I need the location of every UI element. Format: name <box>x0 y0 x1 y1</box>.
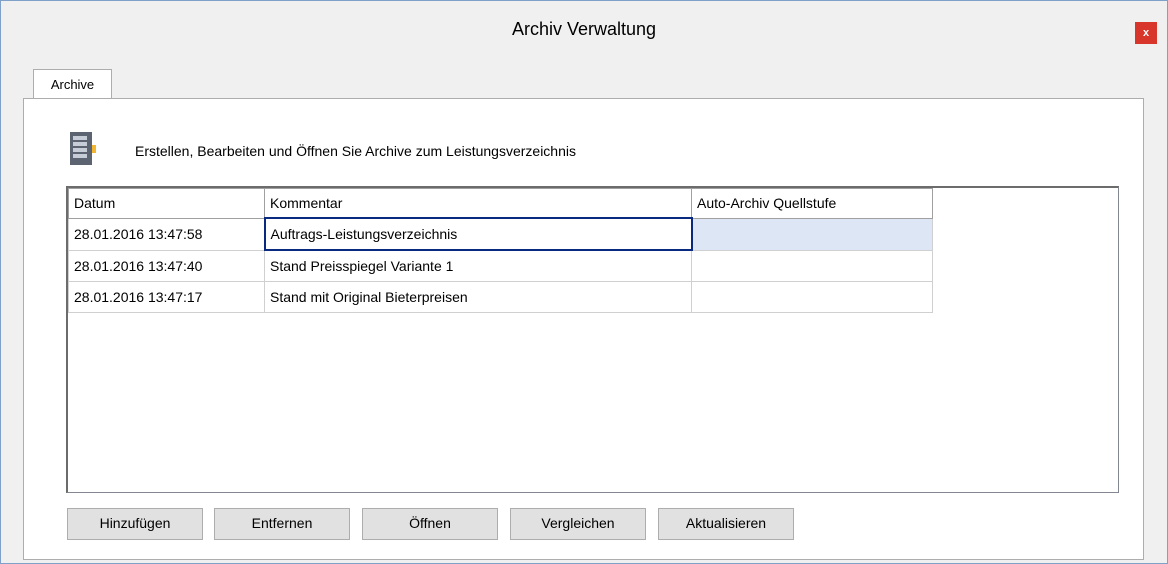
compare-button[interactable]: Vergleichen <box>510 508 646 540</box>
archive-dialog: Archiv Verwaltung x Archive Erstellen, B… <box>0 0 1168 564</box>
table-row[interactable]: 28.01.2016 13:47:58 Auftrags-Leistungsve… <box>68 217 933 251</box>
tab-archive[interactable]: Archive <box>33 69 112 99</box>
table-row[interactable]: 28.01.2016 13:47:40 Stand Preisspiegel V… <box>68 249 933 282</box>
archive-cabinet-icon <box>70 132 96 165</box>
cell-quellstufe[interactable] <box>691 281 933 313</box>
cell-quellstufe[interactable] <box>691 249 933 282</box>
tab-panel-archive: Erstellen, Bearbeiten und Öffnen Sie Arc… <box>23 98 1144 560</box>
cell-quellstufe[interactable] <box>691 217 933 251</box>
title-bar[interactable]: Archiv Verwaltung x <box>1 1 1167 61</box>
open-button[interactable]: Öffnen <box>362 508 498 540</box>
table-row[interactable]: 28.01.2016 13:47:17 Stand mit Original B… <box>68 281 933 313</box>
add-button[interactable]: Hinzufügen <box>67 508 203 540</box>
cell-kommentar-editing[interactable]: Auftrags-Leistungsverzeichnis <box>263 217 693 251</box>
column-header-kommentar[interactable]: Kommentar <box>264 188 692 219</box>
cell-kommentar[interactable]: Stand mit Original Bieterpreisen <box>264 281 692 313</box>
window-title: Archiv Verwaltung <box>511 19 657 39</box>
column-header-datum[interactable]: Datum <box>68 188 265 219</box>
close-button[interactable]: x <box>1135 22 1157 44</box>
remove-button[interactable]: Entfernen <box>214 508 350 540</box>
archive-table[interactable]: Datum Kommentar Auto-Archiv Quellstufe 2… <box>66 186 1119 493</box>
column-header-quellstufe[interactable]: Auto-Archiv Quellstufe <box>691 188 933 219</box>
cell-datum[interactable]: 28.01.2016 13:47:58 <box>68 217 265 251</box>
cell-datum[interactable]: 28.01.2016 13:47:17 <box>68 281 265 313</box>
cell-datum[interactable]: 28.01.2016 13:47:40 <box>68 249 265 282</box>
cell-kommentar[interactable]: Stand Preisspiegel Variante 1 <box>264 249 692 282</box>
refresh-button[interactable]: Aktualisieren <box>658 508 794 540</box>
table-header-row: Datum Kommentar Auto-Archiv Quellstufe <box>68 188 933 219</box>
description-text: Erstellen, Bearbeiten und Öffnen Sie Arc… <box>135 143 576 159</box>
